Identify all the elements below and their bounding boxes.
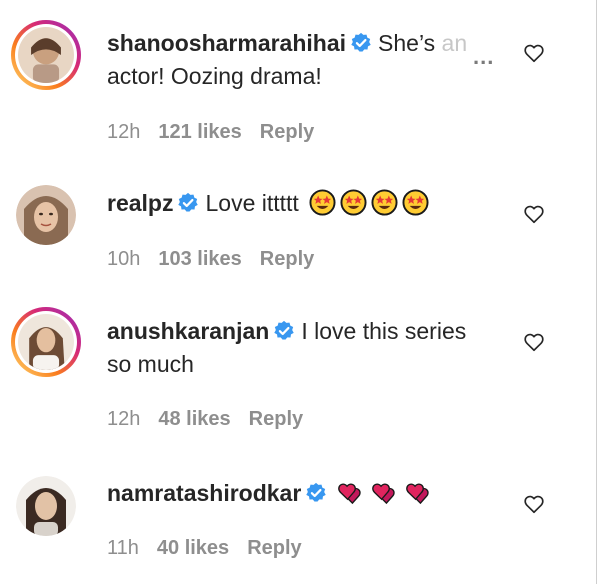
comment-item: namratashirodkar 11h 40 likes Reply — [0, 460, 590, 584]
comment-meta: 12h 48 likes Reply — [107, 408, 321, 431]
verified-badge-icon — [350, 32, 372, 54]
comment-text-line2: so much — [107, 351, 194, 377]
verified-badge-icon — [177, 192, 199, 214]
avatar[interactable] — [16, 476, 76, 536]
avatar-photo-icon — [18, 27, 74, 83]
reply-button[interactable]: Reply — [260, 248, 314, 270]
comment-item: anushkaranjan I love this series so much … — [0, 290, 590, 460]
heart-outline-icon[interactable] — [523, 203, 545, 225]
comment-likes[interactable]: 48 likes — [158, 408, 230, 430]
comment-text: Love ittttt — [205, 190, 299, 216]
avatar-photo-icon — [16, 476, 76, 536]
comment-time[interactable]: 10h — [107, 248, 140, 270]
comment-time[interactable]: 12h — [107, 121, 140, 143]
comment-username[interactable]: shanoosharmarahihai — [107, 30, 346, 56]
comment-text: She’s — [378, 30, 442, 56]
comment-time[interactable]: 12h — [107, 408, 140, 430]
comment-likes[interactable]: 121 likes — [158, 121, 241, 143]
heart-outline-icon[interactable] — [523, 493, 545, 515]
comment-likes[interactable]: 103 likes — [158, 248, 241, 270]
comment-username[interactable]: namratashirodkar — [107, 480, 301, 506]
avatar[interactable] — [11, 20, 81, 90]
comment-likes[interactable]: 40 likes — [157, 537, 229, 559]
heart-outline-icon[interactable] — [523, 42, 545, 64]
avatar-photo-icon — [18, 314, 74, 370]
two-hearts-emoji-icon — [336, 481, 365, 506]
star-struck-emoji-icon — [371, 189, 398, 216]
comment-time[interactable]: 11h — [107, 537, 139, 559]
comments-panel: shanoosharmarahihai She’s an actor! Oozin… — [0, 0, 600, 584]
comment-text-line2: actor! Oozing drama! — [107, 63, 322, 89]
comment-body: anushkaranjan I love this series so much — [107, 315, 507, 381]
comment-username[interactable]: realpz — [107, 190, 173, 216]
comment-text: I love this series — [301, 318, 467, 344]
avatar[interactable] — [11, 307, 81, 377]
avatar-photo-icon — [16, 185, 76, 245]
reply-button[interactable]: Reply — [249, 408, 303, 430]
verified-badge-icon — [305, 482, 327, 504]
star-struck-emoji-icon — [340, 189, 367, 216]
two-hearts-emoji-icon — [404, 481, 433, 506]
avatar[interactable] — [16, 185, 76, 245]
comment-text-truncated: an — [441, 30, 468, 56]
comment-body: realpz Love ittttt — [107, 187, 507, 220]
two-hearts-emoji-icon — [370, 481, 399, 506]
comment-username[interactable]: anushkaranjan — [107, 318, 269, 344]
more-options-icon[interactable]: ... — [473, 44, 494, 70]
comment-body: namratashirodkar — [107, 477, 507, 510]
comment-item: realpz Love ittttt 10h 103 likes Reply — [0, 160, 590, 290]
comment-meta: 10h 103 likes Reply — [107, 248, 332, 271]
reply-button[interactable]: Reply — [260, 121, 314, 143]
comment-meta: 11h 40 likes Reply — [107, 537, 320, 560]
star-struck-emoji-icon — [402, 189, 429, 216]
star-struck-emoji-icon — [309, 189, 336, 216]
comment-meta: 12h 121 likes Reply — [107, 121, 332, 144]
comment-item: shanoosharmarahihai She’s an actor! Oozin… — [0, 0, 590, 160]
heart-outline-icon[interactable] — [523, 331, 545, 353]
reply-button[interactable]: Reply — [247, 537, 301, 559]
verified-badge-icon — [273, 320, 295, 342]
comment-body: shanoosharmarahihai She’s an actor! Oozin… — [107, 27, 507, 93]
